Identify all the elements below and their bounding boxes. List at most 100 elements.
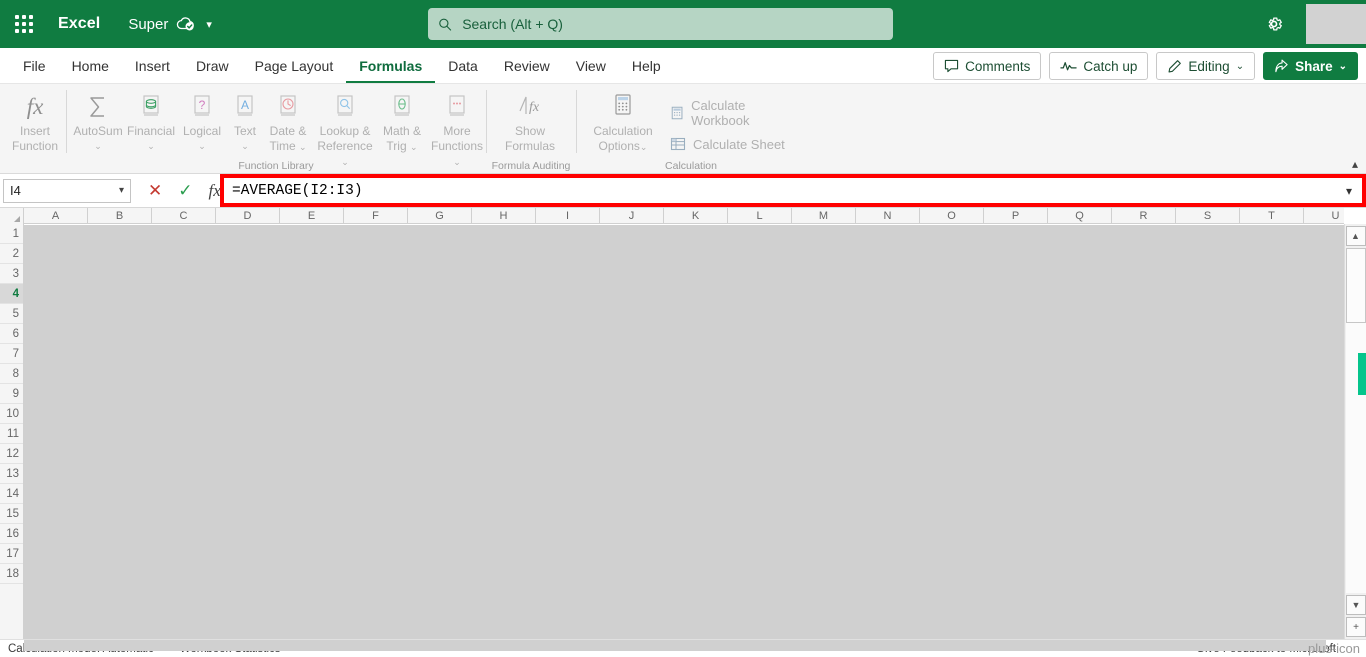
column-header-Q[interactable]: Q [1048,208,1112,224]
gear-icon [1268,17,1282,31]
ribbon-collapse-chevron-up-icon[interactable]: ▴ [1352,157,1358,171]
tab-formulas[interactable]: Formulas [346,50,436,83]
row-header-7[interactable]: 7 [0,344,23,364]
row-header-15[interactable]: 15 [0,504,23,524]
row-header-18[interactable]: 18 [0,564,23,584]
calculation-options-chevron-down-icon[interactable]: ⌄ [640,142,648,152]
column-header-E[interactable]: E [280,208,344,224]
column-header-N[interactable]: N [856,208,920,224]
plus-icon[interactable]: plus-icon [1308,641,1360,656]
row-header-14[interactable]: 14 [0,484,23,504]
row-header-10[interactable]: 10 [0,404,23,424]
tab-home[interactable]: Home [59,50,122,83]
scroll-up-button[interactable]: ▲ [1345,226,1366,246]
column-header-P[interactable]: P [984,208,1048,224]
comments-button[interactable]: Comments [933,52,1042,80]
formula-bar-expand-chevron-down-icon[interactable]: ▾ [1336,184,1362,198]
financial-chevron-down-icon[interactable]: ⌄ [147,141,155,151]
math-trig-button[interactable]: Math & Trig ⌄ [378,88,426,155]
column-header-G[interactable]: G [408,208,472,224]
row-header-11[interactable]: 11 [0,424,23,444]
row-header-9[interactable]: 9 [0,384,23,404]
lookup-reference-button[interactable]: Lookup & Reference ⌄ [312,88,378,170]
text-chevron-down-icon[interactable]: ⌄ [241,141,249,151]
editing-button[interactable]: Editing ⌄ [1156,52,1256,80]
column-header-H[interactable]: H [472,208,536,224]
row-header-17[interactable]: 17 [0,544,23,564]
vertical-scrollbar[interactable]: ▲ ▼ + [1344,224,1366,639]
catch-up-button[interactable]: Catch up [1049,52,1149,80]
row-header-12[interactable]: 12 [0,444,23,464]
text-button[interactable]: A Text ⌄ [226,88,264,153]
confirm-check-icon[interactable]: ✓ [178,182,192,199]
column-header-C[interactable]: C [152,208,216,224]
search-box[interactable] [428,8,893,40]
row-header-3[interactable]: 3 [0,264,23,284]
scroll-down-button[interactable]: ▼ [1346,595,1366,615]
column-header-F[interactable]: F [344,208,408,224]
calculate-workbook-button[interactable]: Calculate Workbook [664,94,800,132]
date-time-button[interactable]: Date & Time ⌄ [264,88,312,155]
math-chevron-down-icon[interactable]: ⌄ [410,142,418,152]
column-header-A[interactable]: A [24,208,88,224]
share-button[interactable]: Share ⌄ [1263,52,1358,80]
column-header-O[interactable]: O [920,208,984,224]
date-time-chevron-down-icon[interactable]: ⌄ [299,142,307,152]
column-header-U[interactable]: U [1304,208,1366,224]
row-header-13[interactable]: 13 [0,464,23,484]
column-header-K[interactable]: K [664,208,728,224]
row-header-4[interactable]: 4 [0,284,23,304]
column-header-I[interactable]: I [536,208,600,224]
tab-file[interactable]: File [10,50,59,83]
column-header-R[interactable]: R [1112,208,1176,224]
tab-data[interactable]: Data [435,50,491,83]
insert-function-button[interactable]: fx Insert Function [6,88,64,154]
app-launcher-icon[interactable] [0,0,48,48]
column-header-T[interactable]: T [1240,208,1304,224]
row-header-2[interactable]: 2 [0,244,23,264]
column-header-B[interactable]: B [88,208,152,224]
column-header-S[interactable]: S [1176,208,1240,224]
catch-up-label: Catch up [1083,58,1138,74]
name-box-chevron-down-icon[interactable]: ▾ [119,185,124,196]
row-header-6[interactable]: 6 [0,324,23,344]
calculate-sheet-button[interactable]: Calculate Sheet [664,132,800,156]
autosum-chevron-down-icon[interactable]: ⌄ [94,141,102,151]
logical-button[interactable]: ? Logical ⌄ [178,88,226,153]
column-header-D[interactable]: D [216,208,280,224]
document-name[interactable]: Super [128,16,168,33]
tab-page-layout[interactable]: Page Layout [242,50,347,83]
tab-insert[interactable]: Insert [122,50,183,83]
account-avatar[interactable] [1306,4,1366,44]
row-header-16[interactable]: 16 [0,524,23,544]
settings-gear-button[interactable] [1254,0,1294,48]
vertical-scrollbar-track[interactable] [1346,248,1366,593]
select-all-corner-icon[interactable] [0,208,24,224]
formula-input[interactable] [224,182,1336,199]
editing-chevron-down-icon[interactable]: ⌄ [1236,61,1244,72]
financial-button[interactable]: Financial ⌄ [124,88,178,153]
cancel-x-icon[interactable]: ✕ [148,182,162,199]
document-menu-chevron-icon[interactable]: ▾ [206,18,212,31]
vertical-scrollbar-thumb[interactable] [1346,248,1366,323]
logical-chevron-down-icon[interactable]: ⌄ [198,141,206,151]
tab-draw[interactable]: Draw [183,50,242,83]
tab-help[interactable]: Help [619,50,674,83]
share-chevron-down-icon[interactable]: ⌄ [1339,61,1347,72]
row-header-1[interactable]: 1 [0,224,23,244]
tab-review[interactable]: Review [491,50,563,83]
more-functions-button[interactable]: More Functions ⌄ [426,88,488,170]
row-header-5[interactable]: 5 [0,304,23,324]
add-row-button[interactable]: + [1346,617,1366,637]
tab-view[interactable]: View [563,50,619,83]
calculation-options-button[interactable]: Calculation Options⌄ [582,88,664,155]
autosum-button[interactable]: AutoSum ⌄ [72,88,124,153]
show-formulas-button[interactable]: fx Show Formulas [492,88,568,154]
row-header-8[interactable]: 8 [0,364,23,384]
column-header-J[interactable]: J [600,208,664,224]
column-header-L[interactable]: L [728,208,792,224]
insert-function-fx-icon[interactable]: fx [209,182,221,199]
search-input[interactable] [462,16,883,32]
name-box[interactable]: I4 ▾ [3,178,131,203]
column-header-M[interactable]: M [792,208,856,224]
